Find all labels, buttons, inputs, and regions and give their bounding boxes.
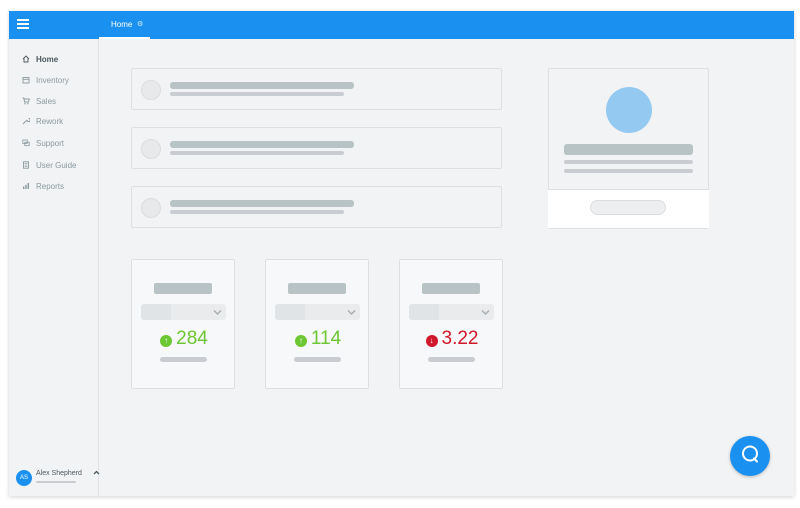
tab-home[interactable]: Home ⚙: [99, 11, 150, 39]
user-name: Alex Shepherd: [36, 470, 82, 477]
guide-icon: [22, 161, 30, 169]
avatar-placeholder: [141, 80, 161, 100]
chevron-down-icon: [347, 305, 356, 322]
stat-value-row: ↑ 284: [132, 328, 236, 350]
stat-value-row: ↑ 114: [266, 328, 370, 350]
avatar: AS: [16, 470, 32, 486]
sidebar-item-label: Rework: [36, 116, 64, 126]
subtitle-placeholder: [170, 92, 344, 96]
stat-title-placeholder: [288, 283, 346, 294]
sidebar-item-home[interactable]: Home: [22, 52, 58, 66]
chevron-up-icon[interactable]: [93, 469, 100, 478]
gear-icon[interactable]: ⚙: [137, 20, 143, 28]
sidebar-item-sales[interactable]: Sales: [22, 94, 56, 108]
title-placeholder: [170, 82, 354, 89]
chevron-down-icon: [213, 305, 222, 322]
title-placeholder: [170, 200, 354, 207]
stat-value: 3.22: [441, 328, 479, 349]
sidebar-item-label: Inventory: [36, 75, 69, 85]
arrow-up-icon: ↑: [294, 334, 307, 347]
user-menu[interactable]: AS Alex Shepherd: [16, 468, 100, 488]
stat-value: 284: [176, 328, 208, 349]
stat-caption-placeholder: [428, 357, 475, 362]
home-icon: [22, 55, 30, 63]
tab-label: Home: [111, 20, 133, 29]
sidebar-item-inventory[interactable]: Inventory: [22, 73, 69, 87]
app-window: Home ⚙ Home Inventory Sales Rework Suppo…: [9, 11, 794, 496]
list-item: [131, 127, 502, 169]
support-icon: [22, 139, 30, 147]
sidebar-item-label: User Guide: [36, 160, 77, 170]
sidebar: Home Inventory Sales Rework Support User…: [9, 39, 100, 496]
stat-caption-placeholder: [160, 357, 207, 362]
tab-active-indicator: [99, 37, 150, 39]
sidebar-item-reports[interactable]: Reports: [22, 179, 64, 193]
stat-period-select[interactable]: [141, 304, 226, 320]
list-item: [131, 68, 502, 110]
profile-action-button[interactable]: [589, 200, 666, 215]
list-item: [131, 186, 502, 228]
stat-caption-placeholder: [294, 357, 341, 362]
sidebar-item-rework[interactable]: Rework: [22, 114, 63, 128]
title-placeholder: [170, 141, 354, 148]
profile-name-placeholder: [564, 144, 693, 155]
cart-icon: [22, 97, 30, 105]
avatar-placeholder: [141, 139, 161, 159]
stat-card: ↓ 3.22: [399, 259, 503, 389]
arrow-down-icon: ↓: [425, 334, 438, 347]
user-status-line: [36, 481, 76, 483]
subtitle-placeholder: [170, 151, 344, 155]
sidebar-item-support[interactable]: Support: [22, 136, 64, 150]
arrow-up-icon: ↑: [160, 334, 173, 347]
profile-avatar: [606, 87, 652, 133]
avatar-placeholder: [141, 198, 161, 218]
profile-card-footer: [547, 189, 709, 228]
reports-icon: [22, 182, 30, 190]
sidebar-item-label: Support: [36, 138, 65, 148]
stat-title-placeholder: [154, 283, 212, 294]
profile-card: [547, 68, 709, 229]
chat-bubble-icon: [740, 444, 760, 469]
stat-period-select[interactable]: [275, 304, 360, 320]
subtitle-placeholder: [170, 210, 344, 214]
stat-card: ↑ 114: [265, 259, 369, 389]
stat-value-row: ↓ 3.22: [400, 328, 504, 350]
sidebar-item-label: Sales: [36, 96, 57, 106]
stat-value: 114: [310, 328, 342, 349]
chevron-down-icon: [481, 305, 490, 322]
wrench-icon: [22, 117, 30, 125]
hamburger-menu-icon[interactable]: [17, 19, 29, 29]
stat-period-select[interactable]: [409, 304, 494, 320]
profile-detail-placeholder: [564, 160, 693, 164]
top-bar: Home ⚙: [9, 11, 794, 39]
stat-card: ↑ 284: [131, 259, 235, 389]
stat-title-placeholder: [422, 283, 480, 294]
sidebar-item-user-guide[interactable]: User Guide: [22, 158, 76, 172]
sidebar-item-label: Reports: [36, 181, 65, 191]
sidebar-item-label: Home: [36, 54, 59, 64]
inventory-icon: [22, 76, 30, 84]
profile-detail-placeholder: [564, 169, 693, 173]
chat-button[interactable]: [730, 436, 770, 476]
